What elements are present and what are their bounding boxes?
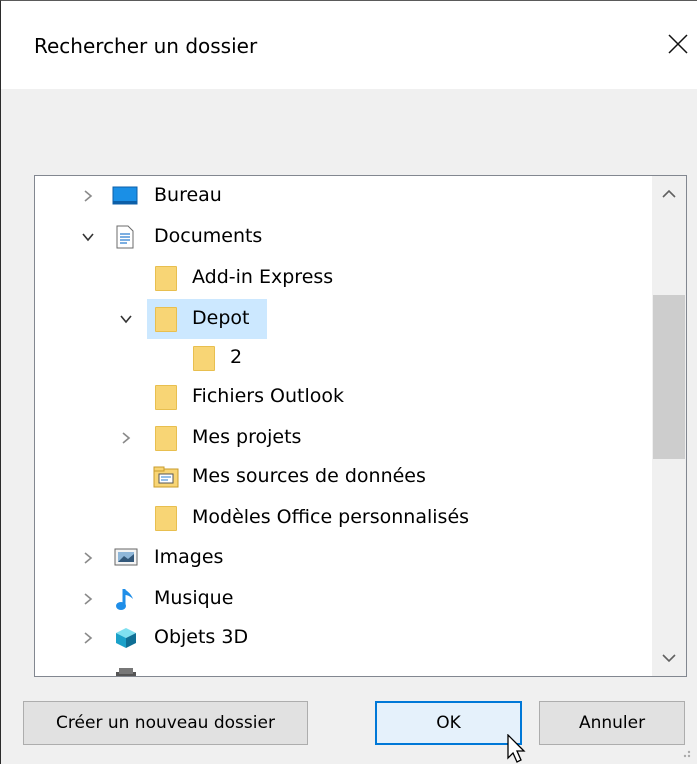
images-icon [114,546,138,570]
tree-item-objets-3d[interactable]: Objets 3D [35,618,647,658]
close-icon [668,34,688,54]
folder-icon [155,385,179,410]
vertical-scrollbar[interactable] [652,176,686,676]
tree-item-label: Fichiers Outlook [192,385,345,407]
tree-item-label: Musique [154,587,234,609]
folder-icon [155,266,179,291]
collapse-chevron-icon[interactable] [111,299,141,339]
expand-chevron-icon[interactable] [73,538,103,578]
tree-item-label: Objets 3D [154,626,249,648]
collapse-chevron-icon[interactable] [73,217,103,257]
tree-item-label: Mes sources de données [192,465,426,487]
documents-icon [115,225,139,249]
expand-chevron-icon[interactable] [73,579,103,619]
title-bar: Rechercher un dossier [1,1,697,89]
folder-icon [155,506,179,531]
tree-item-label: Add-in Express [192,266,334,288]
tree-item-fichiers-outlook[interactable]: Fichiers Outlook [35,377,647,417]
folder-icon [193,346,217,371]
folder-icon [155,426,179,451]
tree-item-images[interactable]: Images [35,538,647,578]
tree-item-depot[interactable]: Depot [35,299,647,339]
cancel-button[interactable]: Annuler [539,701,685,745]
tree-item-2[interactable]: 2 [35,338,647,378]
tree-item-mes-projets[interactable]: Mes projets [35,418,647,458]
tree-item-label: 2 [230,346,243,368]
new-folder-button[interactable]: Créer un nouveau dossier [23,701,308,745]
scroll-up-button[interactable] [652,176,686,212]
tree-item-label: Modèles Office personnalisés [192,506,470,528]
tree-item-modeles-office[interactable]: Modèles Office personnalisés [35,498,647,538]
close-button[interactable] [661,27,695,61]
music-icon [115,587,139,611]
data-sources-folder-icon [153,465,179,489]
ok-button[interactable]: OK [375,701,522,745]
expand-chevron-icon[interactable] [73,176,103,216]
tree-item-label: Documents [154,225,263,247]
chevron-up-icon [662,189,676,198]
expand-chevron-icon[interactable] [111,418,141,458]
tree-item-bureau[interactable]: Bureau [35,176,647,216]
tree-item-partial[interactable] [35,658,647,676]
scroll-thumb[interactable] [653,295,685,459]
downloads-icon [114,666,138,676]
browse-folder-dialog: Rechercher un dossier Bureau Documents A… [0,0,697,764]
chevron-down-icon [662,654,676,663]
scroll-down-button[interactable] [652,640,686,676]
expand-chevron-icon[interactable] [73,618,103,658]
tree-item-add-in-express[interactable]: Add-in Express [35,258,647,298]
3d-objects-icon [114,626,138,650]
tree-item-label: Images [154,546,224,568]
tree-item-label: Mes projets [192,426,302,448]
tree-item-label: Depot [192,307,250,329]
tree-item-mes-sources-de-donnees[interactable]: Mes sources de données [35,457,647,497]
mouse-pointer-icon [507,734,526,763]
desktop-icon [112,184,138,208]
tree-item-documents[interactable]: Documents [35,217,647,257]
resize-grip-icon[interactable] [679,746,691,758]
dialog-title: Rechercher un dossier [34,34,258,58]
tree-item-label: Bureau [154,184,222,206]
folder-tree[interactable]: Bureau Documents Add-in Express Depot 2 … [34,175,687,677]
folder-icon [155,307,179,332]
tree-item-musique[interactable]: Musique [35,579,647,619]
